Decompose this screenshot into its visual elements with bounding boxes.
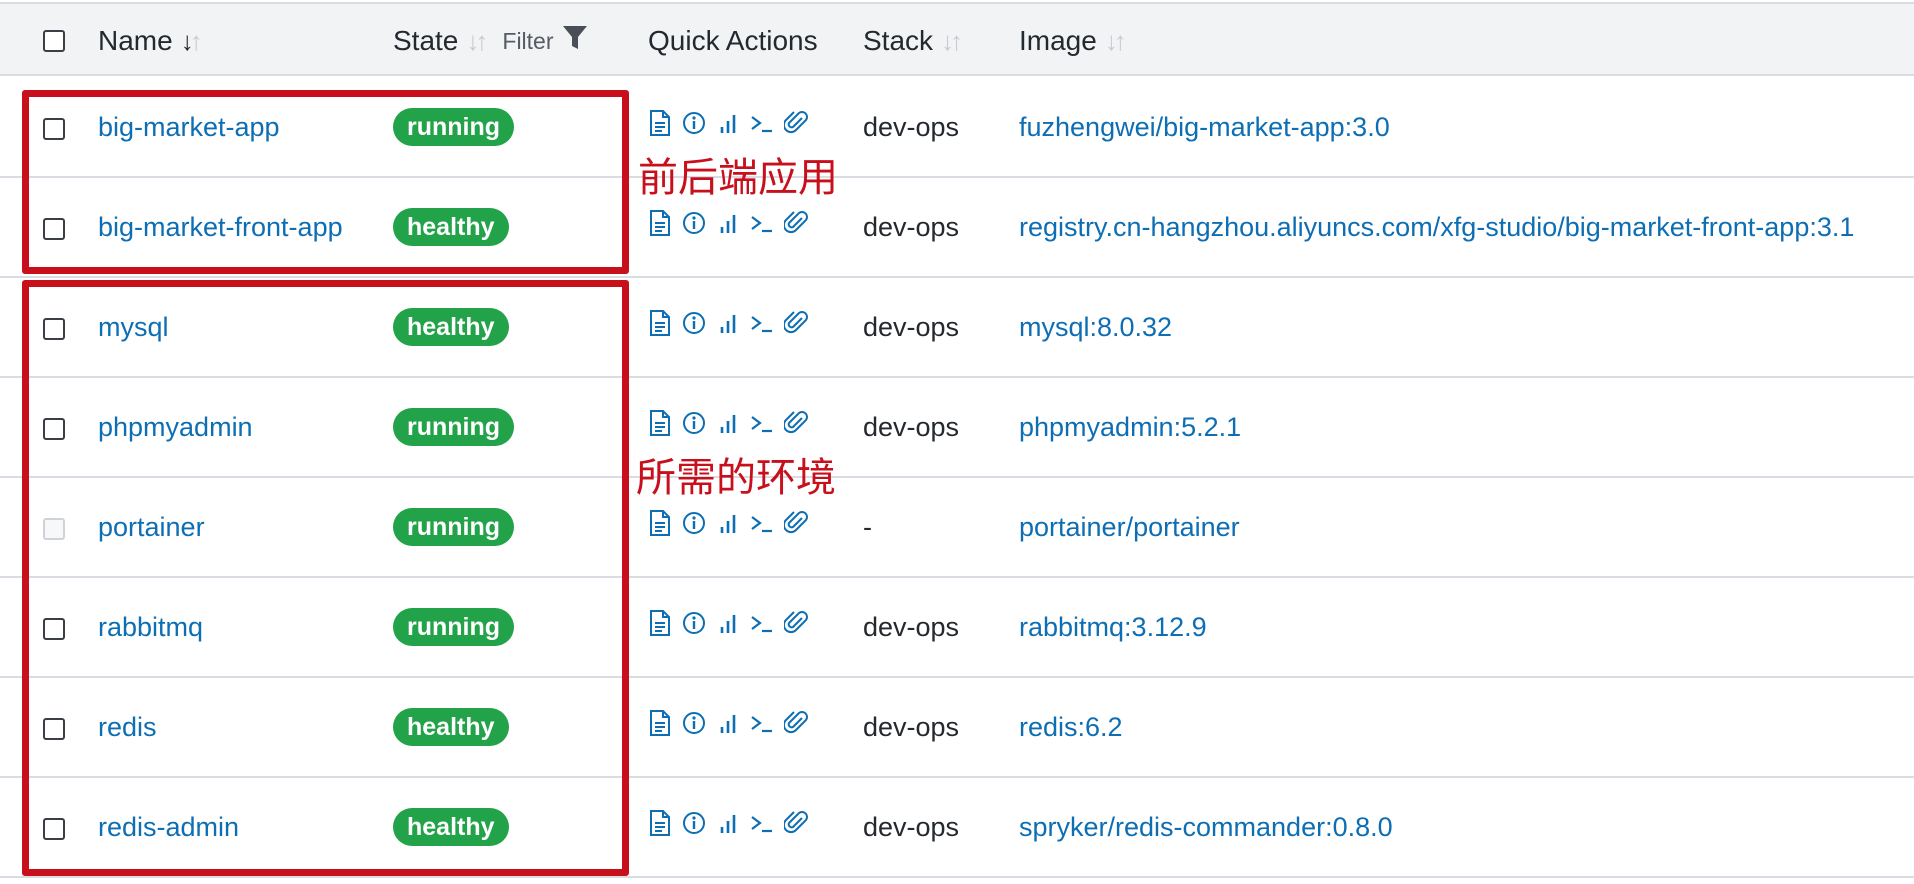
attach-icon[interactable] bbox=[784, 809, 808, 837]
inspect-icon[interactable] bbox=[682, 109, 706, 137]
stats-icon[interactable] bbox=[716, 409, 740, 437]
inspect-icon[interactable] bbox=[682, 509, 706, 537]
console-icon[interactable] bbox=[750, 609, 774, 637]
sort-icon: ↓↑ bbox=[941, 25, 963, 56]
stats-icon[interactable] bbox=[716, 609, 740, 637]
image-link[interactable]: spryker/redis-commander:0.8.0 bbox=[1019, 812, 1393, 843]
stack-value: dev-ops bbox=[863, 111, 960, 142]
sort-icon: ↓↑ bbox=[466, 25, 488, 56]
column-header-stack-label: Stack bbox=[863, 25, 934, 56]
quick-actions bbox=[648, 409, 808, 437]
attach-icon[interactable] bbox=[784, 309, 808, 337]
inspect-icon[interactable] bbox=[682, 809, 706, 837]
attach-icon[interactable] bbox=[784, 509, 808, 537]
stack-value: - bbox=[863, 511, 872, 542]
table-header: Name ↓↑ State ↓↑ Filter Quick Actions St… bbox=[0, 2, 1914, 76]
column-header-stack[interactable]: Stack ↓↑ bbox=[863, 4, 963, 78]
inspect-icon[interactable] bbox=[682, 209, 706, 237]
console-icon[interactable] bbox=[750, 209, 774, 237]
column-header-quick-actions: Quick Actions bbox=[648, 4, 818, 78]
console-icon[interactable] bbox=[750, 409, 774, 437]
image-link[interactable]: redis:6.2 bbox=[1019, 712, 1123, 743]
attach-icon[interactable] bbox=[784, 109, 808, 137]
attach-icon[interactable] bbox=[784, 409, 808, 437]
console-icon[interactable] bbox=[750, 309, 774, 337]
image-link[interactable]: rabbitmq:3.12.9 bbox=[1019, 612, 1207, 643]
inspect-icon[interactable] bbox=[682, 409, 706, 437]
console-icon[interactable] bbox=[750, 809, 774, 837]
logs-icon[interactable] bbox=[648, 609, 672, 637]
console-icon[interactable] bbox=[750, 509, 774, 537]
column-header-name-label: Name bbox=[98, 25, 173, 56]
image-link[interactable]: portainer/portainer bbox=[1019, 512, 1240, 543]
column-header-quick-actions-label: Quick Actions bbox=[648, 25, 818, 56]
stack-value: dev-ops bbox=[863, 611, 960, 642]
stats-icon[interactable] bbox=[716, 209, 740, 237]
quick-actions bbox=[648, 209, 808, 237]
inspect-icon[interactable] bbox=[682, 309, 706, 337]
logs-icon[interactable] bbox=[648, 509, 672, 537]
stats-icon[interactable] bbox=[716, 509, 740, 537]
inspect-icon[interactable] bbox=[682, 609, 706, 637]
sort-icon: ↓↑ bbox=[1104, 25, 1127, 56]
console-icon[interactable] bbox=[750, 709, 774, 737]
logs-icon[interactable] bbox=[648, 209, 672, 237]
attach-icon[interactable] bbox=[784, 709, 808, 737]
stats-icon[interactable] bbox=[716, 309, 740, 337]
image-link[interactable]: phpmyadmin:5.2.1 bbox=[1019, 412, 1241, 443]
attach-icon[interactable] bbox=[784, 209, 808, 237]
env-group-highlight bbox=[22, 280, 629, 876]
stats-icon[interactable] bbox=[716, 809, 740, 837]
column-header-image[interactable]: Image ↓↑ bbox=[1019, 4, 1127, 78]
attach-icon[interactable] bbox=[784, 609, 808, 637]
state-filter[interactable]: Filter bbox=[502, 24, 587, 58]
console-icon[interactable] bbox=[750, 109, 774, 137]
stack-value: dev-ops bbox=[863, 411, 960, 442]
column-header-name[interactable]: Name ↓↑ bbox=[98, 4, 203, 78]
logs-icon[interactable] bbox=[648, 709, 672, 737]
env-group-annotation: 所需的环境 bbox=[636, 455, 836, 501]
image-link[interactable]: registry.cn-hangzhou.aliyuncs.com/xfg-st… bbox=[1019, 212, 1854, 243]
sort-icon: ↓↑ bbox=[180, 25, 203, 56]
inspect-icon[interactable] bbox=[682, 709, 706, 737]
logs-icon[interactable] bbox=[648, 309, 672, 337]
quick-actions bbox=[648, 509, 808, 537]
app-group-highlight bbox=[22, 90, 629, 274]
logs-icon[interactable] bbox=[648, 809, 672, 837]
image-link[interactable]: mysql:8.0.32 bbox=[1019, 312, 1172, 343]
stack-value: dev-ops bbox=[863, 811, 960, 842]
quick-actions bbox=[648, 809, 808, 837]
filter-label: Filter bbox=[502, 27, 554, 54]
select-all-checkbox[interactable] bbox=[43, 30, 65, 52]
quick-actions bbox=[648, 309, 808, 337]
stats-icon[interactable] bbox=[716, 109, 740, 137]
quick-actions bbox=[648, 109, 808, 137]
filter-icon bbox=[562, 24, 588, 58]
stack-value: dev-ops bbox=[863, 311, 960, 342]
column-header-image-label: Image bbox=[1019, 25, 1097, 56]
quick-actions bbox=[648, 609, 808, 637]
stack-value: dev-ops bbox=[863, 711, 960, 742]
column-header-state[interactable]: State ↓↑ Filter bbox=[393, 4, 588, 78]
logs-icon[interactable] bbox=[648, 409, 672, 437]
image-link[interactable]: fuzhengwei/big-market-app:3.0 bbox=[1019, 112, 1390, 143]
logs-icon[interactable] bbox=[648, 109, 672, 137]
column-header-state-label: State bbox=[393, 25, 459, 56]
quick-actions bbox=[648, 709, 808, 737]
app-group-annotation: 前后端应用 bbox=[638, 155, 838, 201]
stack-value: dev-ops bbox=[863, 211, 960, 242]
stats-icon[interactable] bbox=[716, 709, 740, 737]
